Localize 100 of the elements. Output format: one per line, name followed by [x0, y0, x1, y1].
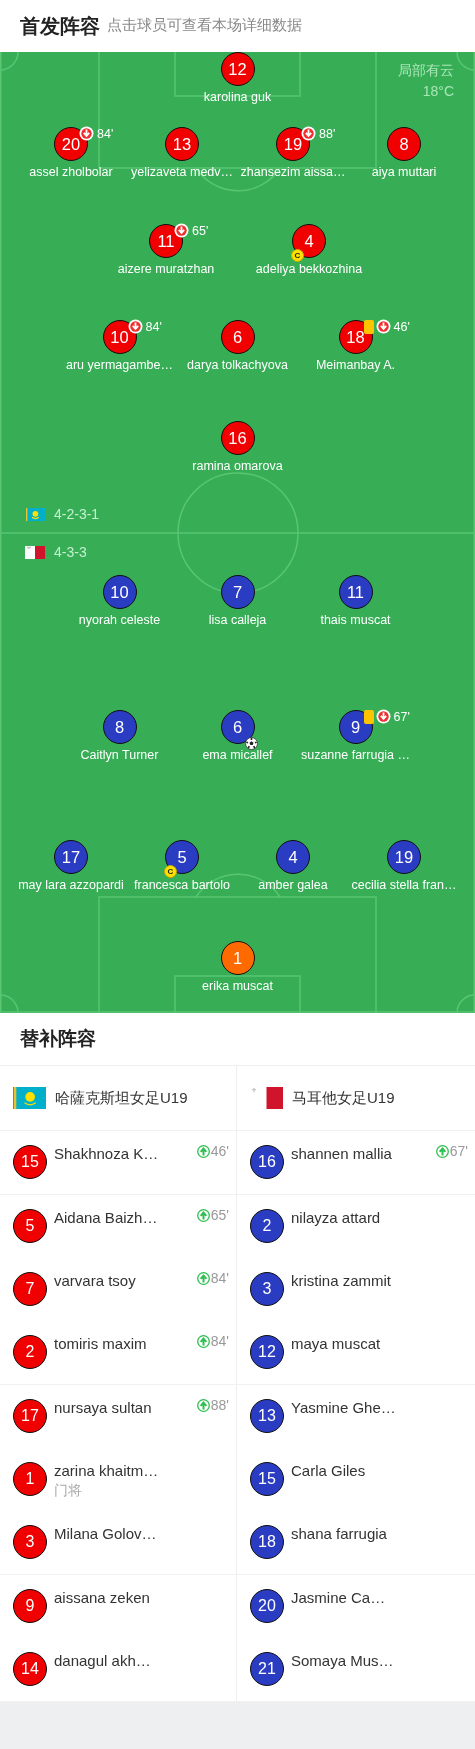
shirt-number[interactable]: 1 [13, 1462, 47, 1496]
shirt-number[interactable]: 10 [102, 575, 137, 609]
player-name: Milana Golov… [54, 1525, 157, 1543]
substitution-minute: 84' [145, 319, 162, 334]
shirt-number[interactable]: 20 [250, 1589, 284, 1623]
shirt-number[interactable]: 7 [220, 575, 255, 609]
shirt-number[interactable]: 17 [54, 840, 88, 874]
down-arrow-icon [79, 126, 94, 141]
booking-card-icon [363, 319, 374, 334]
captain-badge: C [291, 249, 304, 262]
down-arrow-icon [375, 319, 391, 334]
player-name: zhansezim aissa… [240, 164, 346, 180]
shirt-number[interactable]: 9 [13, 1589, 47, 1623]
player-name: thais muscat [320, 612, 391, 628]
shirt-number[interactable]: 9 [338, 710, 373, 744]
player-name: nyorah celeste [78, 612, 161, 628]
shirt-number[interactable]: 4 [276, 840, 310, 874]
shirt-number[interactable]: 17 [13, 1399, 47, 1433]
down-arrow-icon [127, 319, 143, 334]
up-arrow-icon [196, 1335, 210, 1348]
shirt-number[interactable]: 8 [387, 127, 421, 161]
shirt-number[interactable]: 3 [13, 1525, 47, 1559]
substitution-minute: 88' [210, 1396, 229, 1415]
substitution-minute: 67' [393, 709, 410, 724]
weather-text: 局部有云 [398, 61, 454, 80]
shirt-number[interactable]: 6 [220, 710, 255, 744]
player-name: Jasmine Ca… [291, 1589, 386, 1607]
player-name: Carla Giles [291, 1462, 366, 1480]
player-name: may lara azzopardi [18, 877, 124, 893]
up-arrow-icon [196, 1209, 210, 1222]
player-name: adeliya bekkozhina [255, 261, 363, 277]
player-name: Somaya Mus… [291, 1652, 394, 1670]
section-title: 替补阵容 [0, 1013, 475, 1066]
temperature-text: 18°C [421, 82, 454, 101]
player-name: ramina omarova [192, 458, 283, 474]
shirt-number[interactable]: 18 [338, 320, 373, 354]
player-name: darya tolkachyova [187, 357, 288, 373]
substitution-minute: 67' [449, 1142, 468, 1161]
shirt-number[interactable]: 21 [250, 1652, 284, 1686]
player-name: maya muscat [291, 1335, 381, 1353]
shirt-number[interactable]: 19 [387, 840, 421, 874]
shirt-number[interactable]: 11 [149, 224, 183, 258]
up-arrow-icon [196, 1272, 210, 1285]
up-arrow-icon [435, 1145, 449, 1158]
player-name: Aidana Baizh… [54, 1209, 158, 1227]
player-name: aru yermagambe… [66, 357, 173, 373]
shirt-number[interactable]: 2 [250, 1209, 284, 1243]
player-name: varvara tsoy [54, 1272, 136, 1290]
shirt-number[interactable]: 5 [13, 1209, 47, 1243]
substitution-minute: 84' [210, 1332, 229, 1351]
substitution-minute: 65' [210, 1206, 229, 1225]
substitution-minute: 46' [393, 319, 410, 334]
player-name: shannen mallia [291, 1145, 392, 1163]
shirt-number[interactable]: 2 [13, 1335, 47, 1369]
player-name: aiya muttari [371, 164, 437, 180]
up-arrow-icon [196, 1145, 210, 1158]
formation-label: 4-2-3-1 [54, 504, 100, 524]
player-name: ema micallef [202, 747, 273, 763]
shirt-number[interactable]: 15 [13, 1145, 47, 1179]
shirt-number[interactable]: 8 [102, 710, 137, 744]
shirt-number[interactable]: 13 [250, 1399, 284, 1433]
shirt-number[interactable]: 15 [250, 1462, 284, 1496]
section-hint: 点击球员可查看本场详细数据 [107, 16, 302, 36]
shirt-number[interactable]: 6 [220, 320, 255, 354]
team-name: 哈薩克斯坦女足U19 [55, 1087, 188, 1108]
shirt-number[interactable]: 18 [250, 1525, 284, 1559]
player-name: lisa calleja [208, 612, 267, 628]
shirt-number[interactable]: 3 [250, 1272, 284, 1306]
shirt-number[interactable]: 14 [13, 1652, 47, 1686]
team-name: 马耳他女足U19 [292, 1087, 395, 1108]
football-icon [244, 737, 258, 750]
player-name: cecilia stella fran… [351, 877, 457, 893]
shirt-number[interactable]: 12 [250, 1335, 284, 1369]
player-name: zarina khaitm… [54, 1462, 159, 1480]
player-name: Meimanbay A. [315, 357, 396, 373]
shirt-number[interactable]: 11 [338, 575, 373, 609]
shirt-number[interactable]: 16 [220, 421, 255, 455]
shirt-number[interactable]: 20 [54, 127, 88, 161]
substitution-minute: 88' [319, 126, 336, 141]
player-name: assel zholbolar [29, 164, 113, 180]
player-role: 门将 [54, 1481, 83, 1500]
player-name: francesca bartolo [134, 877, 230, 893]
shirt-number[interactable]: 10 [102, 320, 137, 354]
booking-card-icon [363, 709, 374, 724]
down-arrow-icon [301, 126, 316, 141]
substitution-minute: 84' [97, 126, 114, 141]
player-name: tomiris maxim [54, 1335, 147, 1353]
captain-badge: C [164, 865, 177, 878]
player-name: suzanne farrugia … [300, 747, 411, 763]
substitution-minute: 65' [192, 223, 209, 238]
shirt-number[interactable]: 13 [165, 127, 199, 161]
shirt-number[interactable]: 12 [220, 52, 255, 86]
shirt-number[interactable]: 19 [276, 127, 310, 161]
player-name: yelizaveta medv… [130, 164, 234, 180]
up-arrow-icon [196, 1399, 210, 1412]
shirt-number[interactable]: 1 [220, 941, 255, 975]
player-name: kristina zammit [291, 1272, 391, 1290]
shirt-number[interactable]: 7 [13, 1272, 47, 1306]
shirt-number[interactable]: 16 [250, 1145, 284, 1179]
substitution-minute: 84' [210, 1269, 229, 1288]
